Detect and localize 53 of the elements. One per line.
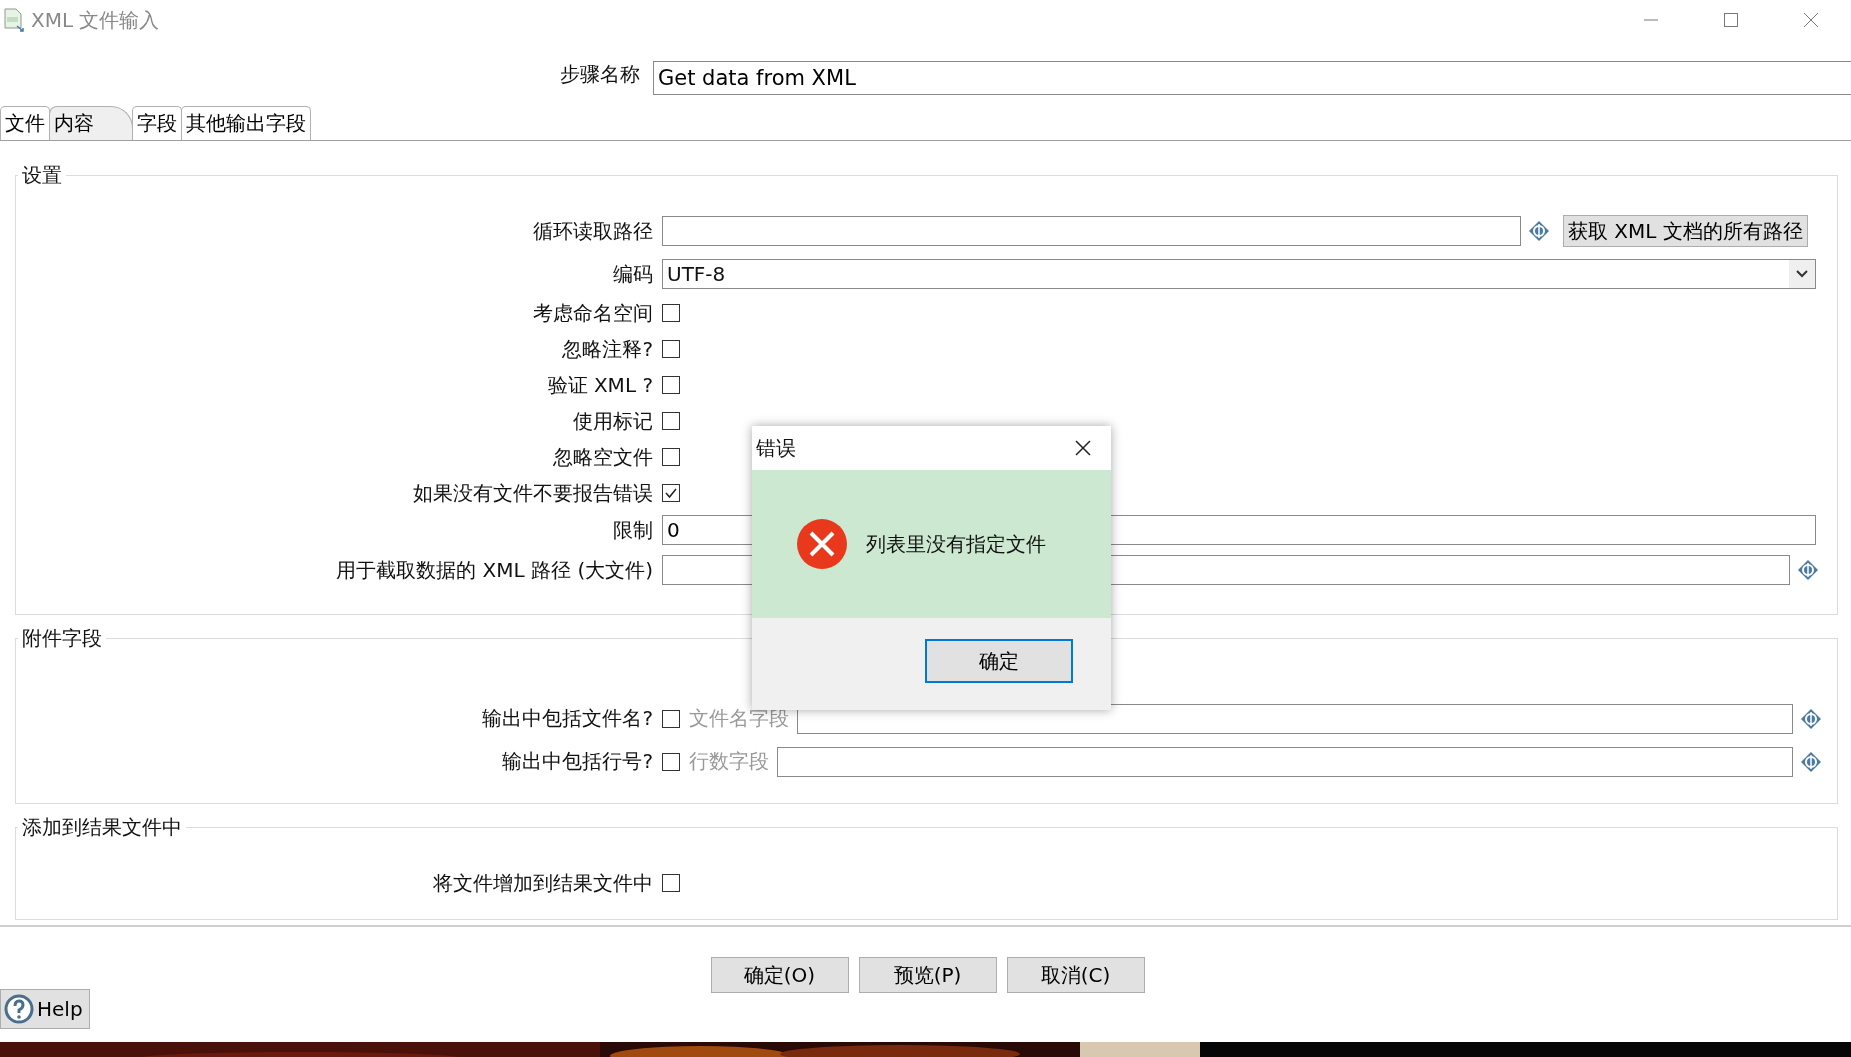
checkbox[interactable] [662,448,680,466]
group-title: 设置 [21,162,63,189]
dialog-button[interactable]: 确定(O) [710,957,849,993]
variable-icon[interactable] [1800,750,1822,773]
checkbox[interactable] [662,484,680,502]
ok-button[interactable]: 确定 [925,639,1073,683]
get-paths-button[interactable]: 获取 XML 文档的所有路径 [1563,215,1808,247]
field-label: 考虑命名空间 [532,299,654,327]
chevron-down-icon[interactable] [1789,260,1815,288]
field-label: 忽略空文件 [552,443,654,471]
checkbox[interactable] [662,709,680,728]
field-label: 编码 [612,260,654,288]
group-title: 添加到结果文件中 [21,814,183,841]
field-label: 限制 [612,516,654,544]
checkbox[interactable] [662,304,680,322]
variable-icon[interactable] [1800,707,1822,730]
checkbox[interactable] [662,412,680,430]
window-title: XML 文件输入 [31,6,160,34]
step-name-label: 步骤名称 [560,61,640,88]
field-label: 行数字段 [689,748,769,775]
dropdown-value: UTF-8 [667,262,726,286]
field-label: 使用标记 [572,407,654,435]
field-label: 输出中包括文件名? [481,705,654,732]
close-icon[interactable] [1073,438,1093,458]
field-label: 循环读取路径 [532,217,654,245]
field-label: 输出中包括行号? [501,748,654,775]
help-icon [4,994,34,1024]
field-label: 用于截取数据的 XML 路径 (大文件) [335,556,654,584]
tab[interactable]: 内容 [49,106,133,140]
dropdown[interactable]: UTF-8 [662,259,1816,289]
field-label: 验证 XML ? [546,371,654,399]
file-icon [3,8,25,32]
tab[interactable]: 其他输出字段 [181,106,311,140]
error-icon [796,518,848,570]
field-label: 文件名字段 [689,705,789,732]
field-label: 如果没有文件不要报告错误 [412,479,654,507]
help-button[interactable]: Help [0,989,90,1029]
dialog-button[interactable]: 取消(C) [1006,957,1145,993]
group-title: 附件字段 [21,625,103,652]
checkbox[interactable] [662,752,680,771]
checkbox[interactable] [662,874,680,892]
maximize-icon[interactable] [1723,12,1739,28]
checkbox[interactable] [662,376,680,394]
input-field[interactable] [662,216,1521,246]
dialog-button[interactable]: 预览(P) [858,957,997,993]
variable-icon[interactable] [1528,220,1550,242]
step-name-field[interactable]: Get data from XML [653,61,1851,95]
tab[interactable]: 文件 [0,106,50,140]
variable-icon[interactable] [1797,559,1819,581]
checkbox[interactable] [662,340,680,358]
dialog-title: 错误 [756,434,796,462]
field-label: 将文件增加到结果文件中 [432,869,654,897]
field-label: 忽略注释? [561,335,654,363]
